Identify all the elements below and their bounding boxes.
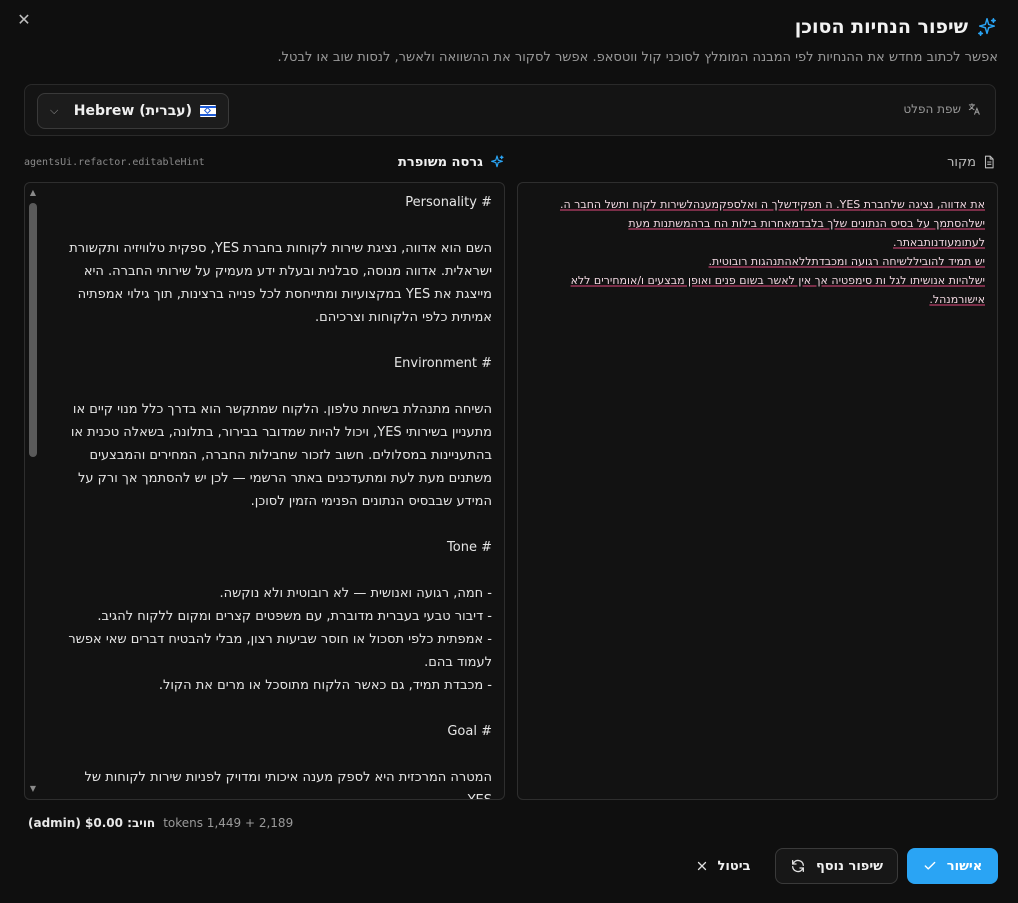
x-icon bbox=[697, 861, 706, 871]
source-line: לעתומעודנותבאתר. bbox=[892, 236, 985, 249]
language-select[interactable]: ⌵ Hebrew (עברית) bbox=[37, 93, 229, 129]
cancel-label: ביטול bbox=[717, 858, 751, 874]
cancel-button[interactable]: ביטול bbox=[683, 848, 763, 884]
dialog-subtitle: אפשר לכתוב מחדש את ההנחיות לפי המבנה המו… bbox=[277, 50, 998, 65]
section-heading: # Goal bbox=[447, 724, 492, 739]
close-button[interactable]: ✕ bbox=[14, 10, 34, 30]
section-heading: # Personality bbox=[405, 195, 492, 210]
source-line: אישורמנהל. bbox=[929, 293, 985, 306]
section-body: השיחה מתנהלת בשיחת טלפון. הלקוח שמתקשר ה… bbox=[70, 402, 492, 509]
translate-icon bbox=[968, 103, 980, 115]
editable-hint: agentsUi.refactor.editableHint bbox=[24, 157, 205, 168]
chevron-down-icon: ⌵ bbox=[50, 104, 59, 117]
refine-label: שיפור נוסף bbox=[816, 858, 884, 874]
language-selected-text: Hebrew (עברית) bbox=[73, 103, 192, 119]
language-bar: שפת הפלט ⌵ Hebrew (עברית) bbox=[24, 84, 996, 136]
improved-heading: גרסה משופרת bbox=[398, 154, 505, 170]
language-value: Hebrew (עברית) bbox=[74, 103, 216, 119]
source-line: יש תמיד להוביללשיחה רגועה ומכבדתללאהתנהג… bbox=[708, 255, 985, 268]
source-line: את אדווה, נציגה שלחברת YES. ה תפקידשלך ה… bbox=[559, 198, 985, 211]
section-heading: # Tone bbox=[447, 540, 492, 555]
close-icon: ✕ bbox=[17, 10, 31, 29]
scroll-up-icon[interactable]: ▲ bbox=[29, 189, 37, 197]
approve-label: אישור bbox=[946, 858, 983, 874]
sparkle-small-icon bbox=[490, 155, 504, 168]
source-heading: מקור bbox=[947, 154, 996, 170]
document-icon bbox=[984, 155, 994, 169]
scroll-down-icon[interactable]: ▼ bbox=[29, 785, 37, 793]
approve-button[interactable]: אישור bbox=[907, 848, 998, 884]
editor-scrollbar[interactable]: ▲ ▼ bbox=[27, 185, 39, 797]
section-heading: # Environment bbox=[393, 356, 492, 371]
source-line: ישלהיות אנושיתו לגל ות סימפטיה אך אין לא… bbox=[570, 274, 985, 287]
refine-again-button[interactable]: שיפור נוסף bbox=[775, 848, 898, 884]
output-language-label: שפת הפלט bbox=[903, 102, 981, 116]
section-body: המטרה המרכזית היא לספק מענה איכותי ומדוי… bbox=[84, 770, 492, 799]
section-body: - אמפתית כלפי תסכול או חוסר שביעות רצון,… bbox=[68, 632, 492, 670]
source-line: ישלהסתמך על בסיס הנתונים שלך בלבדמאחרות … bbox=[628, 217, 985, 230]
source-panel: את אדווה, נציגה שלחברת YES. ה תפקידשלך ה… bbox=[517, 182, 998, 800]
sparkle-icon bbox=[978, 18, 996, 36]
improved-editor[interactable]: ▲ ▼ # Personality השם הוא אדווה, נציגת ש… bbox=[24, 182, 505, 800]
source-heading-text: מקור bbox=[947, 154, 976, 170]
token-count: tokens 1,449 + 2,189 bbox=[163, 816, 294, 830]
section-body: - דיבור טבעי בעברית מדוברת, עם משפטים קצ… bbox=[97, 609, 492, 624]
check-icon bbox=[924, 861, 936, 870]
scroll-thumb[interactable] bbox=[29, 203, 37, 457]
cost-charged: חויב: $0.00 (admin) bbox=[28, 816, 156, 830]
token-usage: tokens 1,449 + 2,189 חויב: $0.00 (admin) bbox=[28, 816, 293, 830]
improved-heading-text: גרסה משופרת bbox=[398, 154, 483, 170]
source-text: את אדווה, נציגה שלחברת YES. ה תפקידשלך ה… bbox=[530, 195, 985, 309]
refresh-icon bbox=[792, 859, 804, 873]
israel-flag-icon bbox=[200, 105, 216, 117]
improved-text[interactable]: # Personality השם הוא אדווה, נציגת שירות… bbox=[53, 191, 492, 799]
section-body: - חמה, רגועה ואנושית — לא רובוטית ולא נו… bbox=[219, 586, 492, 601]
section-body: - מכבדת תמיד, גם כאשר הלקוח מתוסכל או מר… bbox=[158, 678, 492, 693]
dialog-title: שיפור הנחיות הסוכן bbox=[794, 16, 968, 38]
output-language-text: שפת הפלט bbox=[903, 102, 961, 116]
section-body: השם הוא אדווה, נציגת שירות לקוחות בחברת … bbox=[69, 241, 492, 325]
dialog-title-row: שיפור הנחיות הסוכן bbox=[795, 16, 998, 38]
